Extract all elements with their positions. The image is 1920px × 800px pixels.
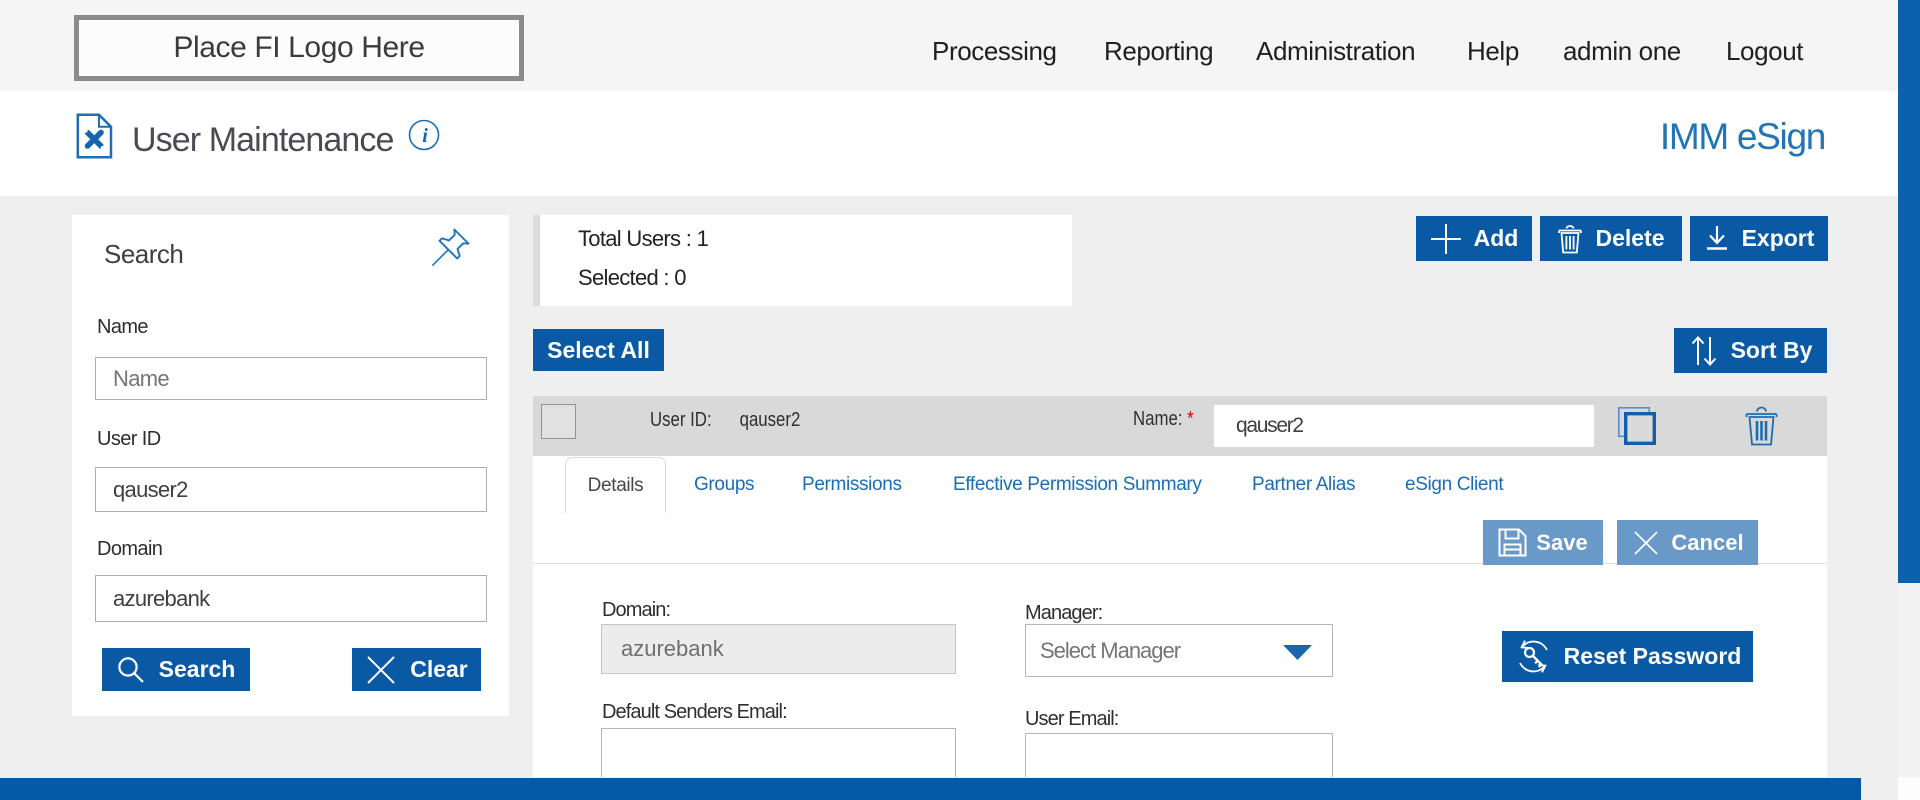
svg-text:i: i	[422, 125, 428, 147]
